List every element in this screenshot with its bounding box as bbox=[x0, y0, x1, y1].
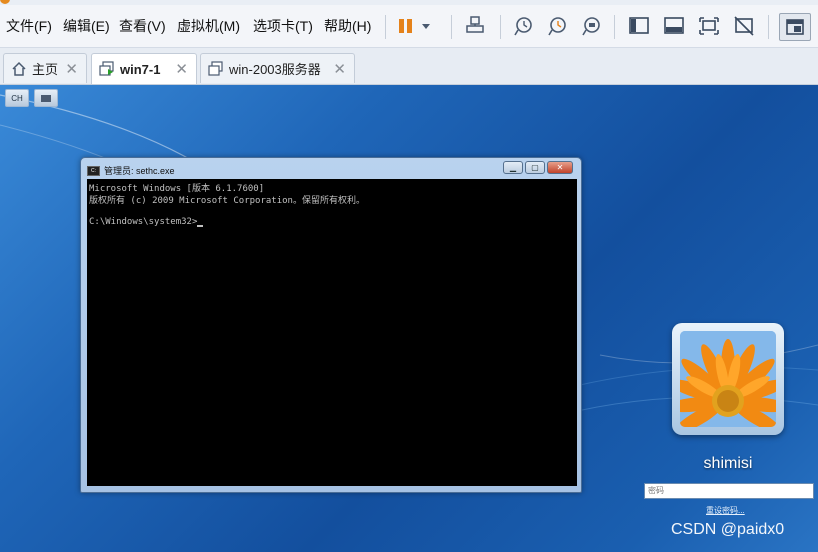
language-bar-button[interactable]: CH bbox=[5, 89, 29, 107]
toolbar-separator bbox=[385, 15, 386, 39]
tab-label: 主页 bbox=[32, 62, 59, 77]
take-snapshot-button[interactable] bbox=[510, 13, 536, 39]
minimize-button[interactable]: ▁ bbox=[503, 161, 523, 174]
cmd-title: 管理员: sethc.exe bbox=[104, 166, 175, 176]
minimize-icon: ▁ bbox=[509, 163, 517, 172]
unity-mode-button[interactable] bbox=[731, 13, 757, 39]
keyboard-network-icon bbox=[466, 16, 484, 33]
toolbar-separator bbox=[768, 15, 769, 39]
toolbar-separator bbox=[500, 15, 501, 39]
console-view-button[interactable] bbox=[779, 13, 811, 41]
close-icon[interactable]: ✕ bbox=[175, 60, 188, 78]
thumbnail-bar-icon bbox=[664, 17, 684, 34]
close-icon[interactable]: ✕ bbox=[333, 60, 346, 78]
menu-file[interactable]: 文件(F) bbox=[6, 16, 52, 36]
show-library-button[interactable] bbox=[626, 13, 652, 39]
user-avatar[interactable] bbox=[672, 323, 784, 435]
password-field[interactable]: 密码 bbox=[644, 483, 814, 499]
console-prompt-line: C:\Windows\system32> bbox=[89, 217, 204, 227]
menu-view[interactable]: 查看(V) bbox=[119, 16, 166, 36]
watermark: CSDN @paidx0 bbox=[671, 521, 785, 538]
pause-icon bbox=[399, 19, 430, 33]
toolbar-separator bbox=[451, 15, 452, 39]
console-prompt: C:\Windows\system32> bbox=[89, 217, 198, 227]
orange-flower-picture bbox=[680, 331, 776, 427]
snapshot-manager-button[interactable] bbox=[578, 13, 604, 39]
home-icon bbox=[12, 61, 26, 76]
tab-win7-1[interactable]: win7-1 ✕ bbox=[91, 53, 197, 84]
cmd-console[interactable]: Microsoft Windows [版本 6.1.7600] 版权所有 (c)… bbox=[87, 179, 577, 486]
console-view-icon bbox=[786, 19, 804, 35]
vm-running-icon bbox=[99, 61, 114, 76]
maximize-icon: ▢ bbox=[531, 163, 539, 172]
username: shimisi bbox=[703, 455, 753, 472]
menu-help[interactable]: 帮助(H) bbox=[324, 16, 371, 36]
full-screen-button[interactable] bbox=[696, 13, 722, 39]
text-cursor bbox=[197, 225, 204, 227]
unity-mode-icon bbox=[734, 16, 754, 36]
close-icon[interactable]: ✕ bbox=[65, 60, 78, 78]
reset-password-link[interactable]: 重设密码... bbox=[706, 505, 745, 516]
show-thumbnail-bar-button[interactable] bbox=[661, 13, 687, 39]
app-logo-icon bbox=[0, 0, 10, 4]
close-button[interactable]: ✕ bbox=[547, 161, 573, 174]
avatar-image bbox=[680, 331, 776, 427]
vm-display[interactable]: CH C: 管理员: sethc.exe ▁ ▢ ✕ Microsoft Win… bbox=[0, 85, 818, 552]
keyboard-icon bbox=[41, 95, 51, 102]
maximize-button[interactable]: ▢ bbox=[525, 161, 545, 174]
full-screen-icon bbox=[699, 17, 719, 35]
cmd-icon: C: bbox=[87, 165, 100, 176]
cmd-title-bar: C: 管理员: sethc.exe bbox=[87, 164, 175, 177]
library-panel-icon bbox=[629, 17, 649, 34]
menu-edit[interactable]: 编辑(E) bbox=[63, 16, 110, 36]
snapshot-clock-icon bbox=[514, 17, 532, 36]
pause-button[interactable] bbox=[395, 13, 435, 39]
vm-icon bbox=[208, 60, 223, 76]
close-icon: ✕ bbox=[556, 163, 564, 172]
tab-bar: 主页 ✕ win7-1 ✕ win-2003服务器 ✕ bbox=[0, 48, 818, 85]
cmd-window[interactable]: C: 管理员: sethc.exe ▁ ▢ ✕ Microsoft Window… bbox=[80, 157, 582, 493]
menu-vm[interactable]: 虚拟机(M) bbox=[177, 16, 240, 36]
menu-tabs[interactable]: 选项卡(T) bbox=[253, 16, 313, 36]
send-ctrl-alt-del-button[interactable] bbox=[462, 13, 488, 39]
menubar: 文件(F) 编辑(E) 查看(V) 虚拟机(M) 选项卡(T) 帮助(H) bbox=[0, 5, 818, 48]
tab-win-2003[interactable]: win-2003服务器 ✕ bbox=[200, 53, 355, 83]
snapshot-revert-icon bbox=[548, 17, 566, 36]
tab-label: win7-1 bbox=[120, 61, 161, 77]
toolbar-separator bbox=[614, 15, 615, 39]
tab-home[interactable]: 主页 ✕ bbox=[3, 53, 87, 83]
keyboard-button[interactable] bbox=[34, 89, 58, 107]
console-line: 版权所有 (c) 2009 Microsoft Corporation。保留所有… bbox=[89, 196, 365, 206]
tab-label: win-2003服务器 bbox=[229, 62, 321, 77]
snapshot-manager-icon bbox=[582, 17, 600, 36]
revert-snapshot-button[interactable] bbox=[544, 13, 570, 39]
